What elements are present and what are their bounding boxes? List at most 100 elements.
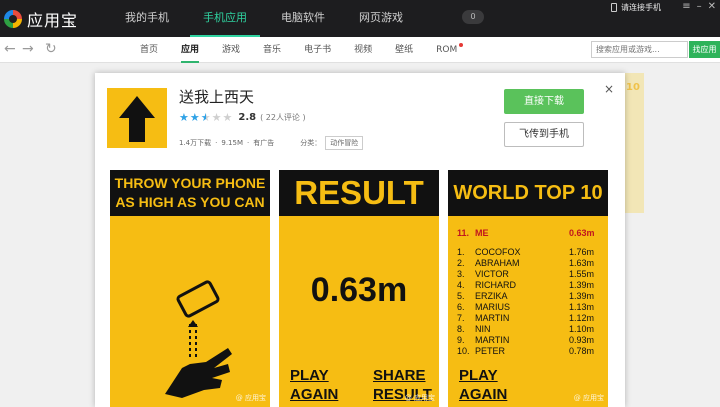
screenshot-header: RESULT bbox=[279, 170, 439, 216]
main-nav-item[interactable]: 电脑软件 bbox=[268, 0, 338, 37]
leaderboard-row: 9. MARTIN 0.93m bbox=[457, 335, 599, 346]
close-window-icon[interactable]: ✕ bbox=[708, 1, 716, 12]
search-button[interactable]: 找应用 bbox=[689, 41, 720, 58]
leaderboard-row: 8. NIN 1.10m bbox=[457, 324, 599, 335]
category-tab-label: 首页 bbox=[140, 45, 159, 55]
category-tab-label: 视频 bbox=[354, 45, 373, 55]
logo-icon bbox=[4, 10, 22, 28]
top-bar: 应用宝 我的手机 手机应用 电脑软件 网页游戏 0 请连接手机 ≡ – ✕ bbox=[0, 0, 720, 37]
rating-row: ★ ★ ★ ★ ★ 2.8 ( 22人评论 ) bbox=[179, 112, 306, 123]
star-icon: ★ bbox=[179, 111, 189, 124]
screenshot-leaderboard[interactable]: WORLD TOP 10 11. ME 0.63m 1. COCOFOX 1.76m… bbox=[448, 170, 608, 407]
player-name: VICTOR bbox=[475, 269, 509, 279]
screenshot-watermark: @ 应用宝 bbox=[573, 394, 604, 402]
minimize-icon[interactable]: – bbox=[697, 1, 702, 12]
category-tab[interactable]: 壁纸 bbox=[395, 37, 413, 63]
category-tab-label: 电子书 bbox=[304, 45, 332, 55]
player-distance: 1.39m bbox=[569, 280, 595, 290]
review-count[interactable]: ( 22人评论 ) bbox=[260, 112, 306, 123]
menu-icon[interactable]: ≡ bbox=[682, 1, 690, 12]
category-tab[interactable]: 游戏 bbox=[222, 37, 240, 63]
leaderboard: 11. ME 0.63m 1. COCOFOX 1.76m 2. ABRAHAM 1.63… bbox=[457, 228, 599, 357]
category-nav: 首页 应用 游戏 音乐 电子书 视频 壁纸 ROM bbox=[140, 37, 480, 63]
player-distance: 0.63m bbox=[569, 228, 595, 238]
star-icon: ★ bbox=[189, 111, 200, 124]
screenshot-throw[interactable]: THROW YOUR PHONE AS HIGH AS YOU CAN @ 应用… bbox=[110, 170, 270, 407]
play-again-button: PLAY AGAIN bbox=[290, 367, 339, 403]
refresh-icon[interactable]: ↻ bbox=[45, 41, 57, 57]
result-distance: 0.63m bbox=[310, 271, 408, 309]
category-tab[interactable]: 电子书 bbox=[304, 37, 331, 63]
player-distance: 0.93m bbox=[569, 335, 595, 345]
player-name: ME bbox=[475, 228, 489, 238]
connect-phone-link[interactable]: 请连接手机 bbox=[611, 0, 661, 14]
app-size: 9.15M bbox=[221, 139, 244, 147]
category-tab[interactable]: 首页 bbox=[140, 37, 158, 63]
main-nav: 我的手机 手机应用 电脑软件 网页游戏 bbox=[112, 0, 424, 37]
up-arrow-icon bbox=[119, 96, 155, 142]
star-icon: ★ bbox=[222, 111, 233, 124]
main-nav-item[interactable]: 网页游戏 bbox=[346, 0, 416, 37]
rank: 3. bbox=[457, 269, 465, 279]
brand-name: 应用宝 bbox=[27, 11, 79, 30]
send-to-phone-button[interactable]: 飞传到手机 bbox=[504, 122, 584, 147]
meta-separator: · bbox=[215, 139, 218, 147]
screenshot-result[interactable]: RESULT 0.63m PLAY AGAIN SHARE RESULT @ 应… bbox=[279, 170, 439, 407]
player-name: ABRAHAM bbox=[475, 258, 520, 268]
leaderboard-row: 5. ERZIKA 1.39m bbox=[457, 291, 599, 302]
category-tab-label: ROM bbox=[436, 45, 458, 55]
download-button[interactable]: 直接下载 bbox=[504, 89, 584, 114]
back-arrow-icon[interactable]: ← bbox=[4, 41, 16, 57]
star-rating: ★ ★ ★ ★ ★ bbox=[179, 112, 233, 123]
leaderboard-row: 2. ABRAHAM 1.63m bbox=[457, 258, 599, 269]
app-icon bbox=[107, 88, 167, 148]
play-again-button: PLAY AGAIN bbox=[459, 367, 508, 403]
category-tab-label: 音乐 bbox=[263, 45, 282, 55]
download-count-badge[interactable]: 0 bbox=[462, 10, 484, 24]
main-nav-item[interactable]: 手机应用 bbox=[190, 0, 260, 37]
category-tag[interactable]: 动作冒险 bbox=[325, 136, 364, 150]
player-distance: 1.76m bbox=[569, 247, 595, 257]
player-distance: 1.63m bbox=[569, 258, 595, 268]
leaderboard-row: 7. MARTIN 1.12m bbox=[457, 313, 599, 324]
rank: 4. bbox=[457, 280, 465, 290]
player-name: MARIUS bbox=[475, 302, 511, 312]
rank: 2. bbox=[457, 258, 465, 268]
category-tab-label: 应用 bbox=[181, 45, 200, 55]
category-tab[interactable]: 应用 bbox=[181, 37, 200, 63]
rank: 8. bbox=[457, 324, 465, 334]
screenshot-watermark: @ 应用宝 bbox=[235, 394, 266, 402]
category-tab-label: 壁纸 bbox=[395, 45, 414, 55]
close-icon[interactable]: × bbox=[604, 82, 614, 96]
rank: 7. bbox=[457, 313, 465, 323]
player-name: RICHARD bbox=[475, 280, 517, 290]
main-nav-item[interactable]: 我的手机 bbox=[112, 0, 182, 37]
app-detail-dialog: × 送我上西天 ★ ★ ★ ★ ★ 2.8 ( 22人评论 ) 1.4万下载 · 9.1… bbox=[95, 73, 625, 407]
player-distance: 0.78m bbox=[569, 346, 595, 356]
download-count: 1.4万下载 bbox=[179, 139, 212, 147]
screenshot-watermark: @ 应用宝 bbox=[404, 394, 435, 402]
app-meta: 1.4万下载 · 9.15M · 有广告 分类： 动作冒险 bbox=[179, 136, 364, 150]
screenshot-header: THROW YOUR PHONE AS HIGH AS YOU CAN bbox=[110, 170, 270, 216]
player-name: MARTIN bbox=[475, 335, 510, 345]
forward-arrow-icon[interactable]: → bbox=[22, 41, 34, 57]
background-page-number: 10 bbox=[626, 82, 640, 93]
category-tab[interactable]: 音乐 bbox=[263, 37, 281, 63]
window-controls: ≡ – ✕ bbox=[682, 1, 716, 12]
category-label: 分类： bbox=[300, 139, 322, 147]
category-tab[interactable]: ROM bbox=[436, 37, 464, 63]
leaderboard-row: 1. COCOFOX 1.76m bbox=[457, 247, 599, 258]
search-input[interactable] bbox=[591, 41, 688, 58]
player-name: COCOFOX bbox=[475, 247, 521, 257]
app-title: 送我上西天 bbox=[179, 88, 255, 106]
rank: 1. bbox=[457, 247, 465, 257]
app-logo[interactable]: 应用宝 bbox=[4, 7, 78, 31]
rating-score: 2.8 bbox=[238, 112, 257, 123]
category-tab[interactable]: 视频 bbox=[354, 37, 372, 63]
leaderboard-row: 10. PETER 0.78m bbox=[457, 346, 599, 357]
player-distance: 1.13m bbox=[569, 302, 595, 312]
rank: 10. bbox=[457, 346, 470, 356]
player-distance: 1.12m bbox=[569, 313, 595, 323]
rank: 5. bbox=[457, 291, 465, 301]
player-distance: 1.39m bbox=[569, 291, 595, 301]
